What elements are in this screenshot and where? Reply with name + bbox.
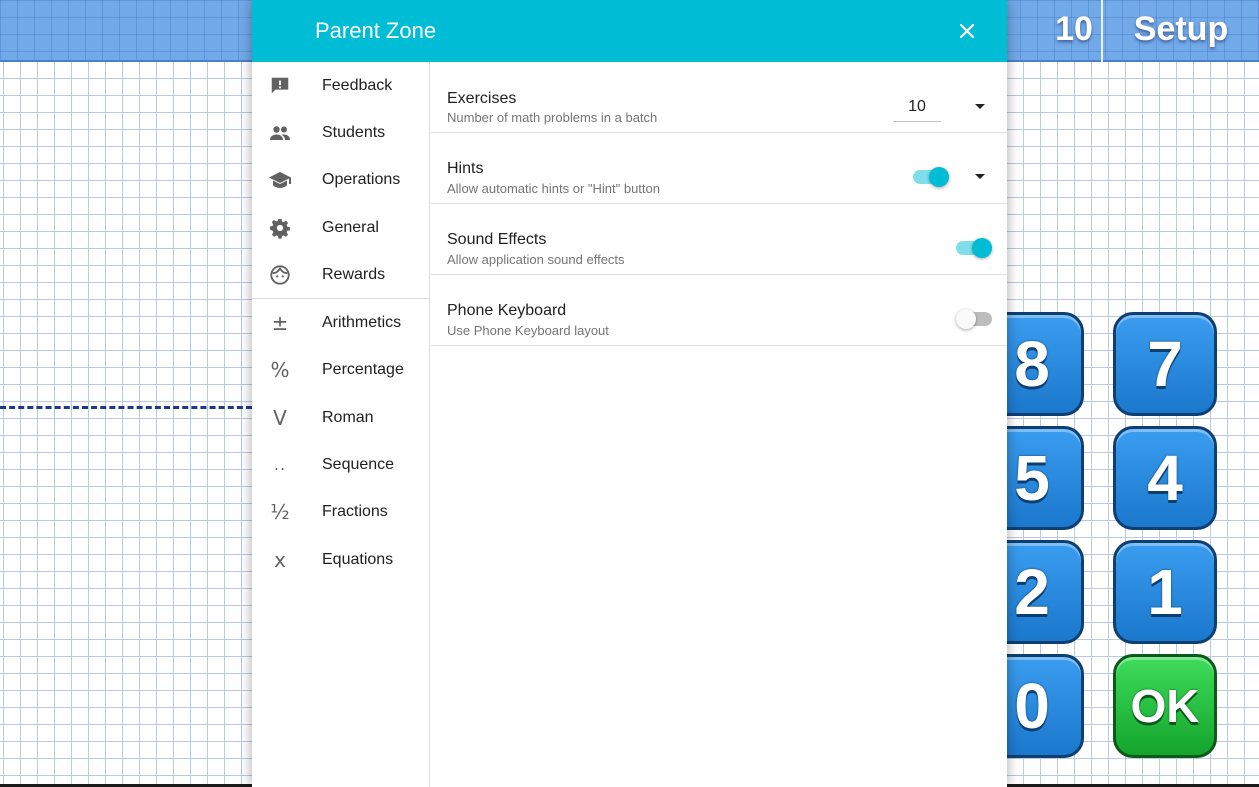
- people-icon: [268, 121, 292, 145]
- setting-title: Phone Keyboard: [447, 302, 567, 319]
- setting-title: Exercises: [447, 90, 517, 107]
- sidebar-item-students[interactable]: Students: [252, 109, 429, 156]
- sidebar-item-percentage[interactable]: % Percentage: [252, 347, 429, 394]
- feedback-icon: [268, 74, 292, 98]
- percent-icon: %: [270, 358, 290, 383]
- keypad-key-4[interactable]: 4: [1113, 426, 1217, 530]
- sidebar-item-label: Percentage: [322, 361, 404, 379]
- sidebar-item-label: Sequence: [322, 456, 395, 474]
- answer-line: [0, 406, 252, 409]
- face-icon: [268, 263, 292, 287]
- close-button[interactable]: [952, 16, 982, 46]
- setting-title: Hints: [447, 160, 484, 177]
- exercises-count-select[interactable]: 10: [893, 92, 941, 122]
- hints-toggle[interactable]: [913, 167, 949, 187]
- sidebar-item-sequence[interactable]: .. Sequence: [252, 441, 429, 488]
- sidebar-item-operations[interactable]: Operations: [252, 157, 429, 204]
- parent-zone-dialog: Parent Zone Feedback Students Operations: [252, 0, 1007, 787]
- sidebar: Feedback Students Operations General Rew…: [252, 62, 430, 787]
- sidebar-item-fractions[interactable]: ½ Fractions: [252, 489, 429, 536]
- dialog-title: Parent Zone: [315, 18, 437, 43]
- setting-title: Sound Effects: [447, 231, 547, 248]
- sidebar-item-label: Operations: [322, 171, 401, 189]
- sidebar-item-equations[interactable]: x Equations: [252, 536, 429, 583]
- setting-description: Allow application sound effects: [447, 252, 625, 267]
- setup-button[interactable]: Setup: [1112, 10, 1250, 49]
- hints-dropdown-arrow-icon[interactable]: [975, 174, 985, 179]
- sidebar-item-label: General: [322, 218, 379, 236]
- sound-effects-toggle[interactable]: [956, 238, 992, 258]
- dialog-header: Parent Zone: [252, 0, 1007, 62]
- sidebar-item-roman[interactable]: V Roman: [252, 394, 429, 441]
- sidebar-item-arithmetics[interactable]: ± Arithmetics: [252, 299, 429, 346]
- sidebar-item-label: Arithmetics: [322, 314, 402, 332]
- sidebar-item-label: Rewards: [322, 265, 386, 283]
- sidebar-item-label: Feedback: [322, 76, 393, 94]
- fraction-icon: ½: [270, 500, 290, 525]
- phone-keyboard-toggle[interactable]: [956, 309, 992, 329]
- exercises-dropdown-arrow-icon[interactable]: [975, 104, 985, 109]
- sidebar-item-label: Fractions: [322, 503, 388, 521]
- top-bar-divider: [1101, 0, 1103, 62]
- gear-icon: [268, 216, 292, 240]
- school-icon: [268, 168, 292, 192]
- setting-description: Allow automatic hints or "Hint" button: [447, 181, 660, 196]
- setting-sound-effects: Sound Effects Allow application sound ef…: [431, 204, 1007, 275]
- roman-icon: V: [273, 405, 287, 430]
- sidebar-item-general[interactable]: General: [252, 204, 429, 251]
- sidebar-item-label: Equations: [322, 550, 394, 568]
- keypad-ok-button[interactable]: OK: [1113, 654, 1217, 758]
- sequence-icon: ..: [273, 455, 287, 475]
- setting-hints: Hints Allow automatic hints or "Hint" bu…: [431, 133, 1007, 204]
- sidebar-item-rewards[interactable]: Rewards: [252, 251, 429, 298]
- equation-icon: x: [274, 547, 286, 572]
- batch-count: 10: [1055, 10, 1093, 48]
- settings-panel: Exercises Number of math problems in a b…: [431, 62, 1007, 787]
- plus-minus-icon: ±: [271, 311, 289, 336]
- keypad-key-7[interactable]: 7: [1113, 312, 1217, 416]
- setting-exercises: Exercises Number of math problems in a b…: [431, 62, 1007, 133]
- sidebar-item-label: Students: [322, 123, 386, 141]
- sidebar-item-label: Roman: [322, 408, 374, 426]
- sidebar-item-feedback[interactable]: Feedback: [252, 62, 429, 109]
- setting-description: Use Phone Keyboard layout: [447, 323, 609, 338]
- setting-description: Number of math problems in a batch: [447, 110, 658, 125]
- setting-phone-keyboard: Phone Keyboard Use Phone Keyboard layout: [431, 275, 1007, 346]
- close-icon: [959, 23, 975, 39]
- keypad-key-1[interactable]: 1: [1113, 540, 1217, 644]
